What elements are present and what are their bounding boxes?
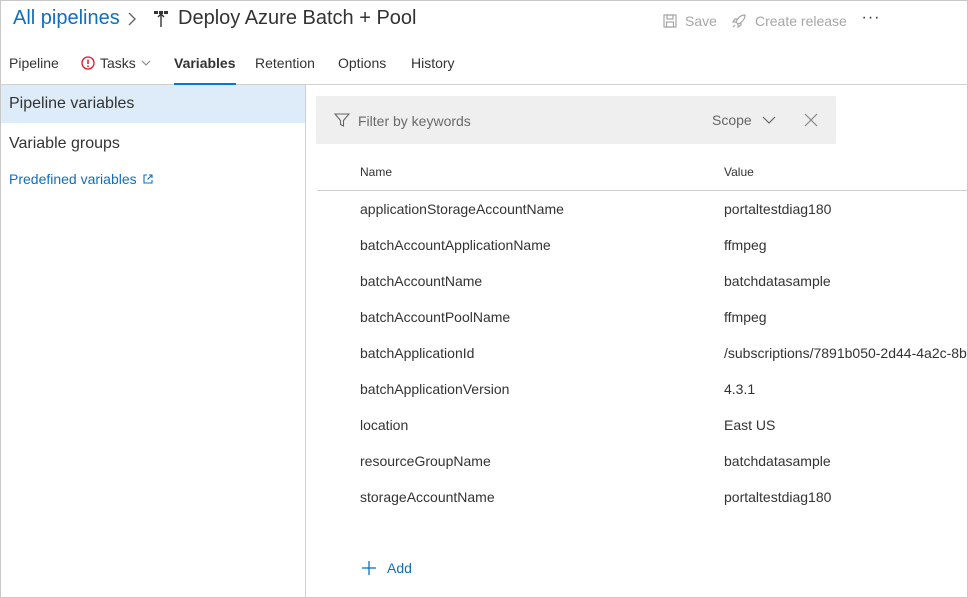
variable-name[interactable]: storageAccountName — [360, 489, 495, 505]
table-row[interactable]: batchAccountApplicationName ffmpeg — [307, 227, 967, 263]
variable-name[interactable]: batchAccountPoolName — [360, 309, 510, 325]
table-row[interactable]: batchAccountName batchdatasample — [307, 263, 967, 299]
add-label: Add — [387, 560, 412, 576]
table-row[interactable]: resourceGroupName batchdatasample — [307, 443, 967, 479]
more-actions-button[interactable]: ··· — [859, 9, 883, 29]
scope-dropdown[interactable]: Scope — [712, 112, 776, 128]
external-link-icon — [143, 174, 153, 184]
predefined-variables-label: Predefined variables — [9, 171, 137, 187]
tab-bar: Pipeline Tasks Variables Retention Optio… — [1, 45, 967, 85]
variable-value[interactable]: ffmpeg — [724, 309, 967, 325]
variable-name[interactable]: batchAccountApplicationName — [360, 237, 551, 253]
variable-name[interactable]: applicationStorageAccountName — [360, 201, 564, 217]
rocket-icon — [731, 14, 746, 29]
close-icon[interactable] — [804, 113, 818, 127]
table-row[interactable]: batchApplicationVersion 4.3.1 — [307, 371, 967, 407]
page-title: Deploy Azure Batch + Pool — [178, 7, 417, 29]
predefined-variables-link[interactable]: Predefined variables — [9, 171, 153, 187]
sidebar: Pipeline variables Variable groups Prede… — [1, 85, 306, 598]
sidebar-item-variable-groups[interactable]: Variable groups — [1, 125, 305, 163]
column-header-name[interactable]: Name — [360, 165, 392, 179]
add-variable-button[interactable]: Add — [361, 560, 412, 576]
tab-variables[interactable]: Variables — [174, 55, 236, 85]
tab-history[interactable]: History — [411, 55, 455, 85]
table-row[interactable]: applicationStorageAccountName portaltest… — [307, 191, 967, 227]
breadcrumb-all-pipelines[interactable]: All pipelines — [13, 7, 120, 30]
pipeline-icon — [154, 11, 168, 27]
variable-name[interactable]: resourceGroupName — [360, 453, 491, 469]
create-release-label: Create release — [755, 13, 847, 29]
tab-options[interactable]: Options — [338, 55, 386, 85]
chevron-down-icon — [762, 116, 776, 124]
error-circle-icon — [81, 56, 95, 70]
plus-icon — [362, 561, 376, 575]
variable-name[interactable]: batchApplicationId — [360, 345, 474, 361]
scope-label: Scope — [712, 112, 752, 128]
chevron-right-icon — [128, 12, 136, 26]
tab-retention[interactable]: Retention — [255, 55, 315, 85]
filter-icon — [334, 113, 350, 127]
variable-value[interactable]: portaltestdiag180 — [724, 201, 967, 217]
filter-input[interactable] — [358, 110, 658, 132]
variable-name[interactable]: batchApplicationVersion — [360, 381, 509, 397]
table-row[interactable]: batchApplicationId /subscriptions/7891b0… — [307, 335, 967, 371]
variable-value[interactable]: /subscriptions/7891b050-2d44-4a2c-8b — [724, 345, 967, 361]
tab-pipeline[interactable]: Pipeline — [9, 55, 59, 85]
sidebar-item-pipeline-variables[interactable]: Pipeline variables — [1, 85, 305, 123]
variable-name[interactable]: location — [360, 417, 408, 433]
save-label: Save — [685, 13, 717, 29]
chevron-down-icon — [141, 60, 151, 66]
table-row[interactable]: location East US — [307, 407, 967, 443]
tab-tasks[interactable]: Tasks — [81, 55, 151, 85]
variable-value[interactable]: ffmpeg — [724, 237, 967, 253]
variable-value[interactable]: East US — [724, 417, 967, 433]
table-row[interactable]: batchAccountPoolName ffmpeg — [307, 299, 967, 335]
save-icon — [663, 14, 677, 28]
table-row[interactable]: storageAccountName portaltestdiag180 — [307, 479, 967, 515]
save-button[interactable]: Save — [663, 13, 717, 29]
page-header: All pipelines Deploy Azure Batch + Pool … — [1, 1, 967, 41]
tab-tasks-label: Tasks — [100, 55, 136, 71]
variable-value[interactable]: portaltestdiag180 — [724, 489, 967, 505]
create-release-button[interactable]: Create release — [731, 13, 847, 29]
variable-name[interactable]: batchAccountName — [360, 273, 482, 289]
filter-bar: Scope — [316, 96, 836, 144]
variable-value[interactable]: 4.3.1 — [724, 381, 967, 397]
column-header-value[interactable]: Value — [724, 165, 754, 179]
variable-value[interactable]: batchdatasample — [724, 273, 967, 289]
variable-value[interactable]: batchdatasample — [724, 453, 967, 469]
